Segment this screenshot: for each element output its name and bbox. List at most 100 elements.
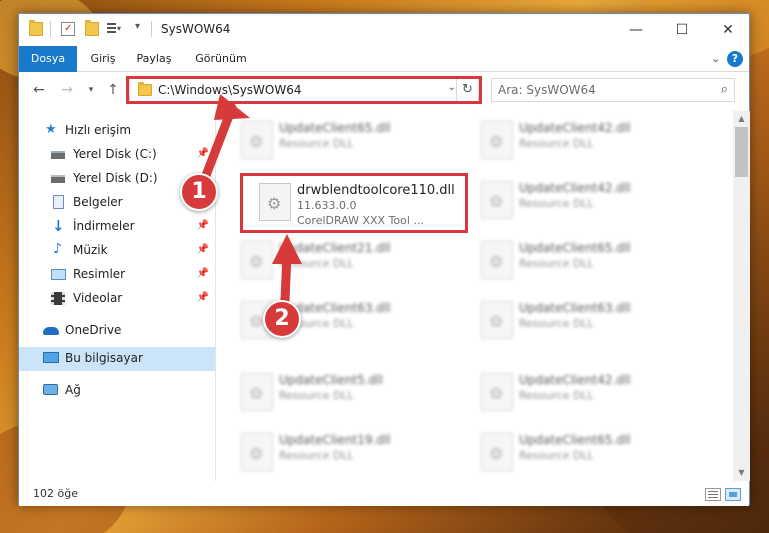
- file-name: UpdateClient21.dll: [279, 241, 391, 255]
- sidebar-item-label: Yerel Disk (D:): [73, 171, 158, 185]
- list-item[interactable]: UpdateClient63.dll Resource DLL: [473, 295, 703, 345]
- dll-file-icon: [241, 241, 273, 279]
- sidebar-item-downloads[interactable]: ↓ İndirmeler 📌: [19, 215, 215, 239]
- callout-step-2: 2: [263, 300, 301, 338]
- music-icon: ♪: [53, 241, 62, 257]
- vertical-scrollbar[interactable]: ▲ ▼: [733, 111, 750, 481]
- dll-file-icon: [481, 433, 513, 471]
- file-type: Resource DLL: [519, 137, 594, 150]
- search-input[interactable]: [498, 82, 698, 98]
- download-icon: ↓: [52, 217, 65, 235]
- file-list: UpdateClient65.dll Resource DLL drwblend…: [223, 111, 731, 481]
- file-type: Resource DLL: [279, 389, 354, 402]
- sidebar-item-videos[interactable]: Videolar 📌: [19, 287, 215, 311]
- close-button[interactable]: ✕: [705, 14, 751, 46]
- forward-arrow-icon[interactable]: →: [57, 80, 77, 100]
- ribbon-collapse-icon[interactable]: ⌄: [711, 52, 720, 65]
- quick-access-dropdown-icon[interactable]: ▾: [135, 21, 140, 32]
- sidebar-item-label: Müzik: [73, 243, 108, 257]
- network-icon: [43, 384, 58, 395]
- list-item[interactable]: UpdateClient65.dll Resource DLL: [473, 427, 703, 477]
- list-item[interactable]: UpdateClient42.dll Resource DLL: [473, 367, 703, 417]
- pin-icon[interactable]: 📌: [197, 148, 209, 159]
- minimize-button[interactable]: —: [613, 14, 659, 46]
- new-folder-icon[interactable]: [85, 20, 99, 36]
- file-name: UpdateClient65.dll: [279, 121, 391, 135]
- documents-icon: [53, 195, 64, 209]
- dll-file-icon: [481, 181, 513, 219]
- tab-file[interactable]: Dosya: [19, 46, 77, 72]
- sidebar-item-onedrive[interactable]: OneDrive: [19, 319, 215, 343]
- title-bar: ✓ ▾ ▾ SysWOW64 — ☐ ✕: [19, 14, 749, 46]
- refresh-icon[interactable]: ↻: [456, 79, 478, 101]
- sidebar-item-music[interactable]: ♪ Müzik 📌: [19, 239, 215, 263]
- customize-toolbar-icon[interactable]: ▾: [107, 22, 121, 36]
- pin-icon[interactable]: 📌: [197, 220, 209, 231]
- search-box[interactable]: ⌕: [491, 78, 735, 102]
- sidebar-item-label: OneDrive: [65, 323, 122, 337]
- sidebar-item-this-pc[interactable]: Bu bilgisayar: [19, 347, 215, 371]
- list-item[interactable]: UpdateClient21.dll Resource DLL: [233, 235, 463, 285]
- tab-view[interactable]: Görünüm: [189, 46, 253, 72]
- list-item[interactable]: UpdateClient65.dll Resource DLL: [473, 235, 703, 285]
- file-type: Resource DLL: [279, 449, 354, 462]
- status-bar: 102 öğe: [19, 484, 749, 506]
- back-arrow-icon[interactable]: ←: [29, 80, 49, 100]
- list-item[interactable]: UpdateClient19.dll Resource DLL: [233, 427, 463, 477]
- sidebar-item-local-disk-c[interactable]: Yerel Disk (C:) 📌: [19, 143, 215, 167]
- scroll-up-icon[interactable]: ▲: [733, 111, 750, 127]
- help-icon[interactable]: ?: [727, 51, 743, 67]
- callout-step-1: 1: [180, 173, 218, 211]
- tab-share[interactable]: Paylaş: [131, 46, 177, 72]
- search-icon[interactable]: ⌕: [721, 82, 728, 97]
- properties-icon[interactable]: ✓: [61, 22, 75, 36]
- address-path[interactable]: C:\Windows\SysWOW64: [158, 83, 302, 97]
- highlighted-file-item[interactable]: drwblendtoolcore110.dll 11.633.0.0 Corel…: [251, 177, 481, 227]
- file-type: Resource DLL: [519, 197, 594, 210]
- sidebar-item-pictures[interactable]: Resimler 📌: [19, 263, 215, 287]
- explorer-window: ✓ ▾ ▾ SysWOW64 — ☐ ✕ Dosya Giriş Paylaş …: [18, 13, 750, 506]
- list-item[interactable]: UpdateClient65.dll Resource DLL: [233, 115, 463, 165]
- file-version: 11.633.0.0: [297, 199, 357, 212]
- file-type: Resource DLL: [519, 257, 594, 270]
- folder-icon[interactable]: [29, 20, 43, 36]
- star-icon: ★: [45, 122, 57, 137]
- navigation-bar: ← → ▾ ↑ C:\Windows\SysWOW64 ⌄ ↻ ⌕: [19, 73, 749, 107]
- file-name: UpdateClient42.dll: [519, 373, 631, 387]
- sidebar-item-label: İndirmeler: [73, 219, 135, 233]
- file-name: UpdateClient63.dll: [519, 301, 631, 315]
- scroll-thumb[interactable]: [735, 127, 748, 177]
- drive-icon: [51, 151, 65, 159]
- list-item[interactable]: UpdateClient42.dll Resource DLL: [473, 175, 703, 225]
- sidebar-item-label: Ağ: [65, 383, 81, 397]
- recent-locations-icon[interactable]: ▾: [81, 80, 101, 100]
- dll-file-icon: [241, 121, 273, 159]
- navigation-pane: ★ Hızlı erişim Yerel Disk (C:) 📌 Yerel D…: [19, 111, 215, 481]
- sidebar-item-quick-access[interactable]: ★ Hızlı erişim: [19, 119, 215, 143]
- tab-home[interactable]: Giriş: [83, 46, 123, 72]
- large-icons-view-icon[interactable]: [725, 488, 741, 501]
- file-name: UpdateClient19.dll: [279, 433, 391, 447]
- details-view-icon[interactable]: [705, 488, 721, 501]
- maximize-button[interactable]: ☐: [659, 14, 705, 46]
- file-name: UpdateClient42.dll: [519, 181, 631, 195]
- address-bar[interactable]: C:\Windows\SysWOW64 ⌄ ↻: [129, 78, 479, 102]
- sidebar-item-label: Hızlı erişim: [65, 123, 132, 137]
- sidebar-item-label: Belgeler: [73, 195, 123, 209]
- up-arrow-icon[interactable]: ↑: [103, 80, 123, 100]
- file-type: Resource DLL: [519, 389, 594, 402]
- list-item[interactable]: UpdateClient5.dll Resource DLL: [233, 367, 463, 417]
- chevron-down-icon[interactable]: ⌄: [448, 82, 456, 93]
- file-type: Resource DLL: [519, 449, 594, 462]
- sidebar-item-network[interactable]: Ağ: [19, 379, 215, 403]
- divider: [50, 21, 51, 37]
- sidebar-item-label: Resimler: [73, 267, 126, 281]
- list-item[interactable]: UpdateClient42.dll Resource DLL: [473, 115, 703, 165]
- scroll-down-icon[interactable]: ▼: [733, 465, 750, 481]
- pin-icon[interactable]: 📌: [197, 292, 209, 303]
- pin-icon[interactable]: 📌: [197, 268, 209, 279]
- file-name: UpdateClient42.dll: [519, 121, 631, 135]
- file-description: CorelDRAW XXX Tool ...: [297, 214, 424, 227]
- file-name: UpdateClient65.dll: [519, 241, 631, 255]
- pin-icon[interactable]: 📌: [197, 244, 209, 255]
